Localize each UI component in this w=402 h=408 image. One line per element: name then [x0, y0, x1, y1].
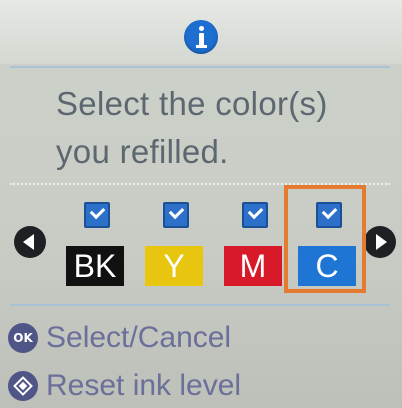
hint-select-cancel-label: Select/Cancel — [46, 321, 232, 354]
header-bar — [0, 0, 402, 64]
color-slot-yellow[interactable]: Y — [145, 196, 207, 292]
right-arrow-icon[interactable] — [364, 226, 396, 258]
message-line-1: Select the color(s) — [56, 85, 328, 122]
selection-highlight — [284, 185, 366, 293]
color-slot-magenta[interactable]: M — [224, 196, 286, 292]
ink-label-yellow: Y — [145, 246, 203, 286]
ink-label-black: BK — [66, 246, 124, 286]
ink-label-magenta: M — [224, 246, 282, 286]
message-line-2: you refilled. — [56, 133, 229, 170]
instruction-message: Select the color(s) you refilled. — [56, 80, 396, 176]
color-slot-black[interactable]: BK — [66, 196, 128, 292]
checkbox-magenta[interactable] — [242, 202, 268, 228]
hint-reset-ink: Reset ink level — [8, 366, 241, 406]
diamond-button-icon — [8, 371, 38, 401]
left-arrow-icon[interactable] — [14, 226, 46, 258]
checkbox-black[interactable] — [84, 202, 110, 228]
checkbox-yellow[interactable] — [163, 202, 189, 228]
divider — [10, 66, 390, 68]
divider — [10, 304, 390, 306]
hint-select-cancel: OK Select/Cancel — [8, 318, 231, 358]
ok-button-icon: OK — [8, 323, 38, 353]
info-icon — [184, 20, 218, 54]
printer-screen: Select the color(s) you refilled. BK Y M… — [0, 0, 402, 408]
hint-reset-label: Reset ink level — [46, 369, 242, 402]
